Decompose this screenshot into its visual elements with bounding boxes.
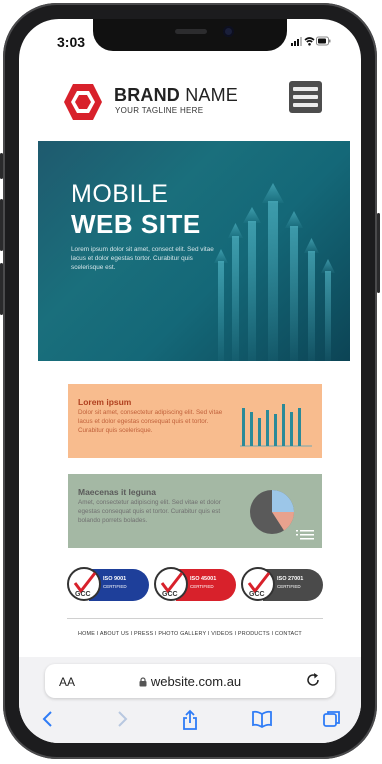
hexagon-logo-icon[interactable] [63, 83, 103, 121]
wifi-icon [304, 37, 315, 46]
safari-bottom-toolbar [19, 705, 361, 739]
card-text: Amet, consectetur adipiscing elit. Sed v… [78, 499, 221, 524]
mute-switch [0, 153, 3, 179]
phone-screen: 3:03 BRAND NAME YOUR TAGLINE HERE MOBILE… [19, 19, 361, 743]
hero-title-line2: WEB SITE [71, 209, 201, 239]
pie-chart-icon [250, 490, 314, 540]
cert-sub: CERTIFIED [277, 584, 301, 589]
menu-bar [293, 103, 318, 107]
lock-icon [139, 677, 147, 687]
footer-nav[interactable]: HOME I ABOUT US I PRESS I PHOTO GALLERY … [19, 631, 361, 637]
certification-badges: GCC ISO 9001 CERTIFIED GCC ISO 45001 CER… [67, 567, 323, 603]
gcc-seal-icon: GCC [241, 567, 275, 601]
speaker [175, 29, 207, 34]
tabs-icon[interactable] [322, 709, 342, 729]
cert-code: ISO 27001 [277, 576, 304, 582]
bar-chart-icon [240, 404, 312, 447]
brand-tagline: YOUR TAGLINE HERE [115, 106, 204, 115]
status-bar: 3:03 [19, 19, 361, 63]
battery-icon [316, 36, 331, 46]
gcc-seal-label: GCC [162, 591, 178, 598]
menu-bar [293, 95, 318, 99]
brand-name-light: NAME [180, 85, 239, 105]
card-text: Dolor sit amet, consectetur adipiscing e… [78, 409, 223, 434]
gcc-seal-icon: GCC [67, 567, 101, 601]
hero-banner[interactable]: MOBILE WEB SITE Lorem ipsum dolor sit am… [38, 141, 350, 361]
cert-text: ISO 9001 CERTIFIED [103, 576, 127, 590]
reload-icon[interactable] [305, 672, 321, 688]
cert-sub: CERTIFIED [103, 584, 127, 589]
power-button [377, 213, 380, 293]
brand-name-bold: BRAND [114, 85, 180, 105]
footer-divider [67, 618, 323, 619]
signal-icon [291, 37, 302, 46]
volume-up-button [0, 199, 3, 251]
cert-text: ISO 45001 CERTIFIED [190, 576, 216, 590]
gcc-seal-label: GCC [75, 591, 91, 598]
card-title: Maecenas it leguna [78, 487, 156, 497]
notch [93, 19, 287, 51]
feature-card-2[interactable]: Maecenas it leguna Amet, consectetur adi… [68, 474, 322, 548]
cert-badge-iso-27001[interactable]: GCC ISO 27001 CERTIFIED [241, 567, 323, 603]
volume-down-button [0, 263, 3, 315]
hamburger-menu-icon[interactable] [289, 81, 322, 113]
cert-text: ISO 27001 CERTIFIED [277, 576, 303, 590]
bookmarks-icon[interactable] [251, 709, 273, 729]
share-icon[interactable] [181, 709, 199, 731]
cert-badge-iso-45001[interactable]: GCC ISO 45001 CERTIFIED [154, 567, 236, 603]
feature-card-1[interactable]: Lorem ipsum Dolor sit amet, consectetur … [68, 384, 322, 458]
back-icon[interactable] [41, 709, 55, 729]
cert-sub: CERTIFIED [190, 584, 214, 589]
menu-bar [293, 87, 318, 91]
status-icons [291, 36, 331, 46]
forward-icon[interactable] [115, 709, 129, 729]
url-text: website.com.au [150, 674, 242, 689]
cert-code: ISO 45001 [190, 576, 217, 582]
status-time: 3:03 [57, 34, 86, 50]
url-display[interactable]: website.com.au [45, 674, 335, 689]
cert-badge-iso-9001[interactable]: GCC ISO 9001 CERTIFIED [67, 567, 149, 603]
address-bar[interactable]: AA website.com.au [45, 664, 335, 698]
hero-title-line1: MOBILE [71, 180, 169, 208]
hero-body-text: Lorem ipsum dolor sit amet, consect elit… [71, 246, 214, 271]
gcc-seal-label: GCC [249, 591, 265, 598]
cert-code: ISO 9001 [103, 576, 127, 582]
phone-frame: 3:03 BRAND NAME YOUR TAGLINE HERE MOBILE… [0, 3, 380, 759]
front-camera [223, 26, 234, 37]
brand-name[interactable]: BRAND NAME [114, 85, 238, 105]
card-title: Lorem ipsum [78, 397, 132, 407]
gcc-seal-icon: GCC [154, 567, 188, 601]
